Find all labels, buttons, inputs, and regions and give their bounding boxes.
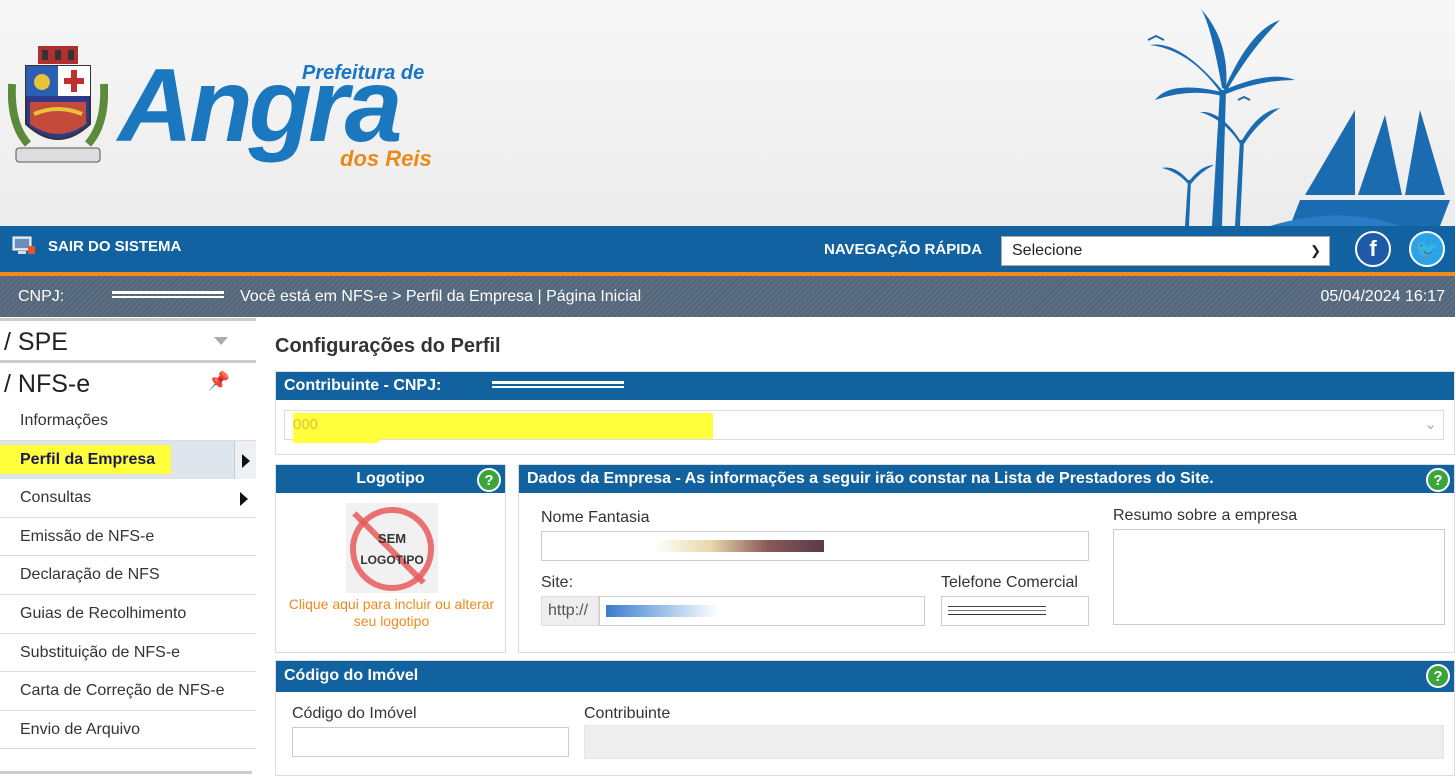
- twitter-glyph: 🐦: [1415, 238, 1439, 259]
- no-logo-line2: LOGOTIPO: [360, 553, 424, 567]
- help-icon[interactable]: ?: [477, 468, 501, 492]
- sidebar-item-emissao[interactable]: Emissão de NFS-e: [0, 518, 256, 557]
- no-logo-image[interactable]: SEM LOGOTIPO: [346, 503, 438, 593]
- sidebar-divider: [0, 771, 252, 774]
- help-glyph: ?: [1433, 667, 1443, 685]
- codigo-imovel-label: Código do Imóvel: [292, 705, 417, 722]
- contribuinte-label: Contribuinte: [584, 705, 671, 722]
- sidebar-item-declaracao[interactable]: Declaração de NFS: [0, 556, 256, 595]
- sidebar-item-label: Emissão de NFS-e: [20, 527, 155, 545]
- quick-nav-label: NAVEGAÇÃO RÁPIDA: [824, 241, 983, 258]
- contribuinte-select-value: 000: [293, 416, 319, 433]
- caret-right-icon: [242, 453, 250, 468]
- contribuinte-panel: Contribuinte - CNPJ: 000 ⌄: [275, 371, 1455, 455]
- sidebar-item-label: Perfil da Empresa: [0, 444, 172, 474]
- submenu-toggle[interactable]: [234, 440, 256, 479]
- caret-right-icon: [240, 492, 248, 507]
- sidebar-item-label: Declaração de NFS: [20, 566, 160, 584]
- telefone-input[interactable]: [941, 596, 1089, 626]
- help-glyph: ?: [484, 471, 494, 489]
- sidebar: / SPE / NFS-e 📌 Informações Perfil da Em…: [0, 318, 256, 776]
- chevron-down-icon: ❯: [1310, 243, 1321, 258]
- logotipo-header: Logotipo ?: [276, 465, 505, 493]
- site-input[interactable]: [599, 596, 925, 626]
- sidebar-item-substituicao[interactable]: Substituição de NFS-e: [0, 634, 256, 673]
- sidebar-item-informacoes[interactable]: Informações: [0, 402, 256, 441]
- contribuinte-header: Contribuinte - CNPJ:: [276, 372, 1454, 400]
- resumo-label: Resumo sobre a empresa: [1113, 507, 1298, 524]
- page-title: Configurações do Perfil: [275, 335, 501, 357]
- dados-empresa-header-label: Dados da Empresa - As informações a segu…: [527, 470, 1214, 487]
- codigo-imovel-header-label: Código do Imóvel: [284, 667, 419, 684]
- logotipo-header-label: Logotipo: [356, 470, 425, 487]
- codigo-imovel-input[interactable]: [292, 727, 569, 757]
- logotipo-panel: Logotipo ? SEM LOGOTIPO Clique aqui para…: [275, 464, 506, 653]
- sidebar-item-label: Envio de Arquivo: [20, 720, 141, 738]
- help-glyph: ?: [1433, 471, 1443, 489]
- redacted-value: [948, 606, 1046, 616]
- codigo-imovel-header: Código do Imóvel ?: [276, 661, 1454, 692]
- palm-ship-scenery-icon: [1147, 8, 1450, 226]
- sidebar-item-label: Carta de Correção de NFS-e: [20, 682, 225, 700]
- logo-prefeitura-text: Prefeitura de: [302, 62, 425, 84]
- twitter-icon[interactable]: 🐦: [1409, 231, 1445, 267]
- sidebar-item-label: Substituição de NFS-e: [20, 643, 181, 661]
- sidebar-section-label: / SPE: [4, 328, 68, 356]
- sidebar-item-perfil-empresa[interactable]: Perfil da Empresa: [0, 440, 256, 480]
- logo-dos-reis-text: dos Reis: [340, 146, 432, 171]
- sidebar-item-consultas[interactable]: Consultas: [0, 479, 256, 518]
- sidebar-section-nfse[interactable]: / NFS-e 📌: [0, 360, 256, 402]
- coat-of-arms-icon: [8, 46, 108, 163]
- redacted-value: [606, 605, 718, 617]
- chevron-down-icon: [214, 337, 228, 345]
- no-logo-line1: SEM: [377, 531, 407, 546]
- sidebar-item-label: Informações: [20, 412, 109, 429]
- cnpj-label: CNPJ:: [18, 288, 65, 305]
- dados-empresa-header: Dados da Empresa - As informações a segu…: [519, 465, 1454, 493]
- dados-empresa-panel: Dados da Empresa - As informações a segu…: [518, 464, 1455, 653]
- site-prefix: http://: [541, 596, 599, 626]
- facebook-glyph: f: [1369, 236, 1377, 261]
- datetime: 05/04/2024 16:17: [1320, 288, 1445, 305]
- sidebar-item-label: Consultas: [20, 489, 92, 507]
- breadcrumb: Você está em NFS-e > Perfil da Empresa |…: [240, 288, 642, 305]
- logout-monitor-icon: [12, 236, 35, 254]
- sidebar-section-label: / NFS-e: [4, 370, 91, 398]
- help-icon[interactable]: ?: [1426, 468, 1450, 492]
- redacted-value: [654, 540, 824, 552]
- exit-system-button[interactable]: SAIR DO SISTEMA: [12, 236, 181, 256]
- codigo-imovel-panel: Código do Imóvel ? Código do Imóvel Cont…: [275, 660, 1455, 776]
- sidebar-item-carta-correcao[interactable]: Carta de Correção de NFS-e: [0, 672, 256, 711]
- help-icon[interactable]: ?: [1426, 664, 1450, 688]
- resumo-textarea[interactable]: [1113, 529, 1445, 625]
- sidebar-item-guias[interactable]: Guias de Recolhimento: [0, 595, 256, 634]
- chevron-down-icon: ⌄: [1424, 416, 1437, 433]
- cnpj-redacted: [492, 381, 624, 390]
- contribuinte-select[interactable]: 000 ⌄: [284, 410, 1444, 443]
- top-navbar: SAIR DO SISTEMA NAVEGAÇÃO RÁPIDA Selecio…: [0, 226, 1455, 276]
- sidebar-item-envio-arquivo[interactable]: Envio de Arquivo: [0, 711, 256, 750]
- exit-system-label: SAIR DO SISTEMA: [48, 237, 182, 255]
- contribuinte-readonly-field: [584, 725, 1444, 759]
- sidebar-section-spe[interactable]: / SPE: [0, 318, 256, 360]
- breadcrumb-bar: CNPJ: Você está em NFS-e > Perfil da Emp…: [0, 276, 1455, 317]
- nome-fantasia-input[interactable]: [541, 531, 1089, 561]
- site-header: Angra Prefeitura de dos Reis: [0, 0, 1455, 226]
- sidebar-item-label: Guias de Recolhimento: [20, 604, 187, 622]
- facebook-icon[interactable]: f: [1355, 231, 1391, 267]
- quick-nav-select[interactable]: Selecione ❯: [1001, 236, 1330, 266]
- nome-fantasia-label: Nome Fantasia: [541, 509, 650, 526]
- site-label: Site:: [541, 574, 574, 591]
- contribuinte-header-label: Contribuinte - CNPJ:: [284, 377, 442, 394]
- pin-icon[interactable]: 📌: [208, 371, 230, 392]
- cnpj-redacted: [112, 291, 224, 301]
- change-logo-link[interactable]: Clique aqui para incluir ou alterar seu …: [276, 596, 507, 630]
- quick-nav-value: Selecione: [1012, 242, 1083, 259]
- telefone-label: Telefone Comercial: [941, 574, 1078, 591]
